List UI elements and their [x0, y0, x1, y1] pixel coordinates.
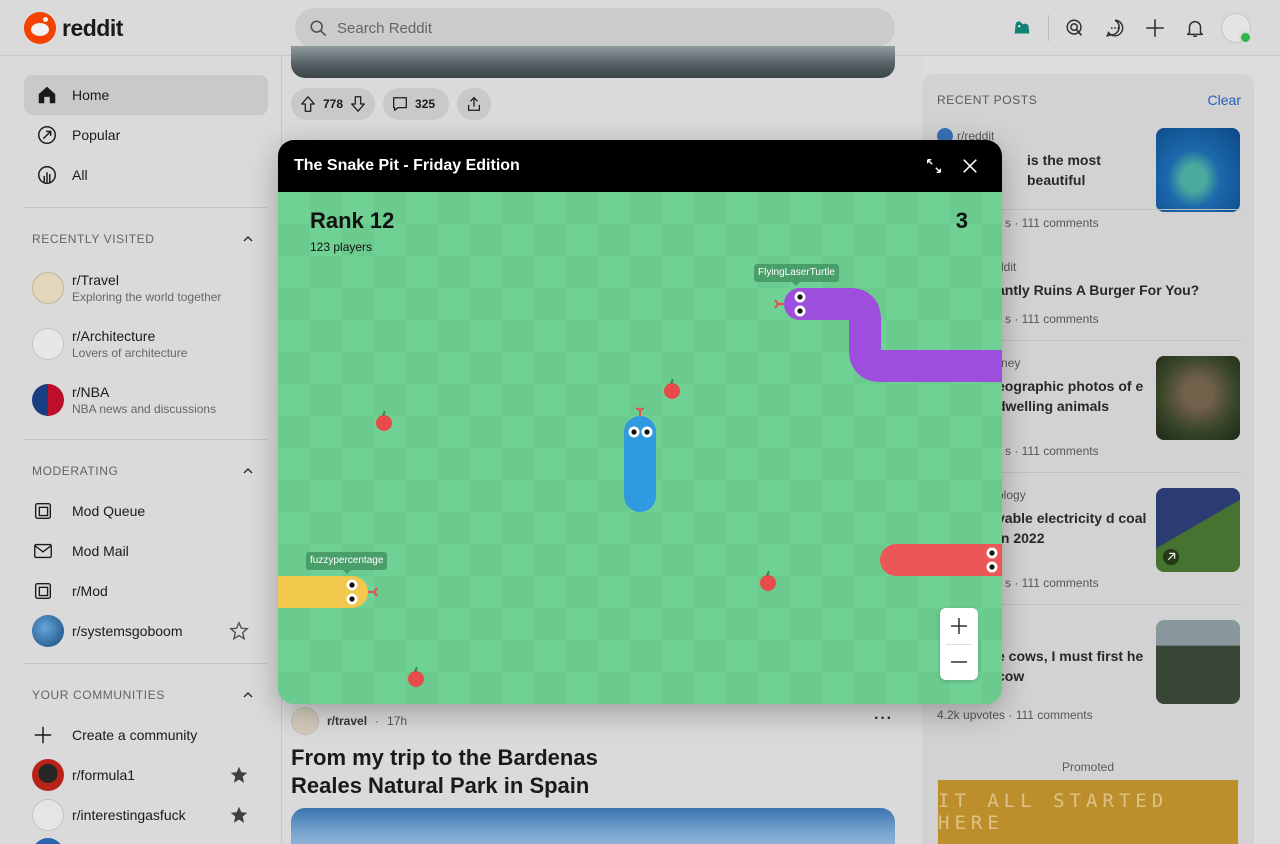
apple-icon [376, 415, 392, 431]
modal-title: The Snake Pit - Friday Edition [294, 157, 520, 174]
snake-yellow [278, 576, 378, 608]
snake-purple [774, 288, 1002, 382]
snake-red [880, 544, 1002, 576]
snakes-layer [278, 288, 1002, 608]
zoom-controls [940, 608, 978, 680]
close-button[interactable] [958, 154, 982, 178]
expand-button[interactable] [922, 154, 946, 178]
apple-icon [760, 575, 776, 591]
snake-game-modal: The Snake Pit - Friday Edition Rank 12 1… [278, 140, 1002, 704]
snake-blue [624, 407, 656, 512]
player-tag: FlyingLaserTurtle [754, 264, 839, 286]
plus-icon [951, 618, 967, 634]
zoom-out-button[interactable] [940, 644, 978, 680]
expand-icon [926, 158, 942, 174]
player-tag: fuzzypercentage [306, 552, 388, 574]
apple-icon [664, 383, 680, 399]
zoom-in-button[interactable] [940, 608, 978, 644]
apple-icon [408, 671, 424, 687]
minus-icon [951, 661, 967, 663]
modal-header: The Snake Pit - Friday Edition [278, 140, 1002, 192]
close-icon [963, 159, 977, 173]
game-board[interactable]: Rank 12 123 players 3 FlyingLaserTurtle … [278, 192, 1002, 704]
